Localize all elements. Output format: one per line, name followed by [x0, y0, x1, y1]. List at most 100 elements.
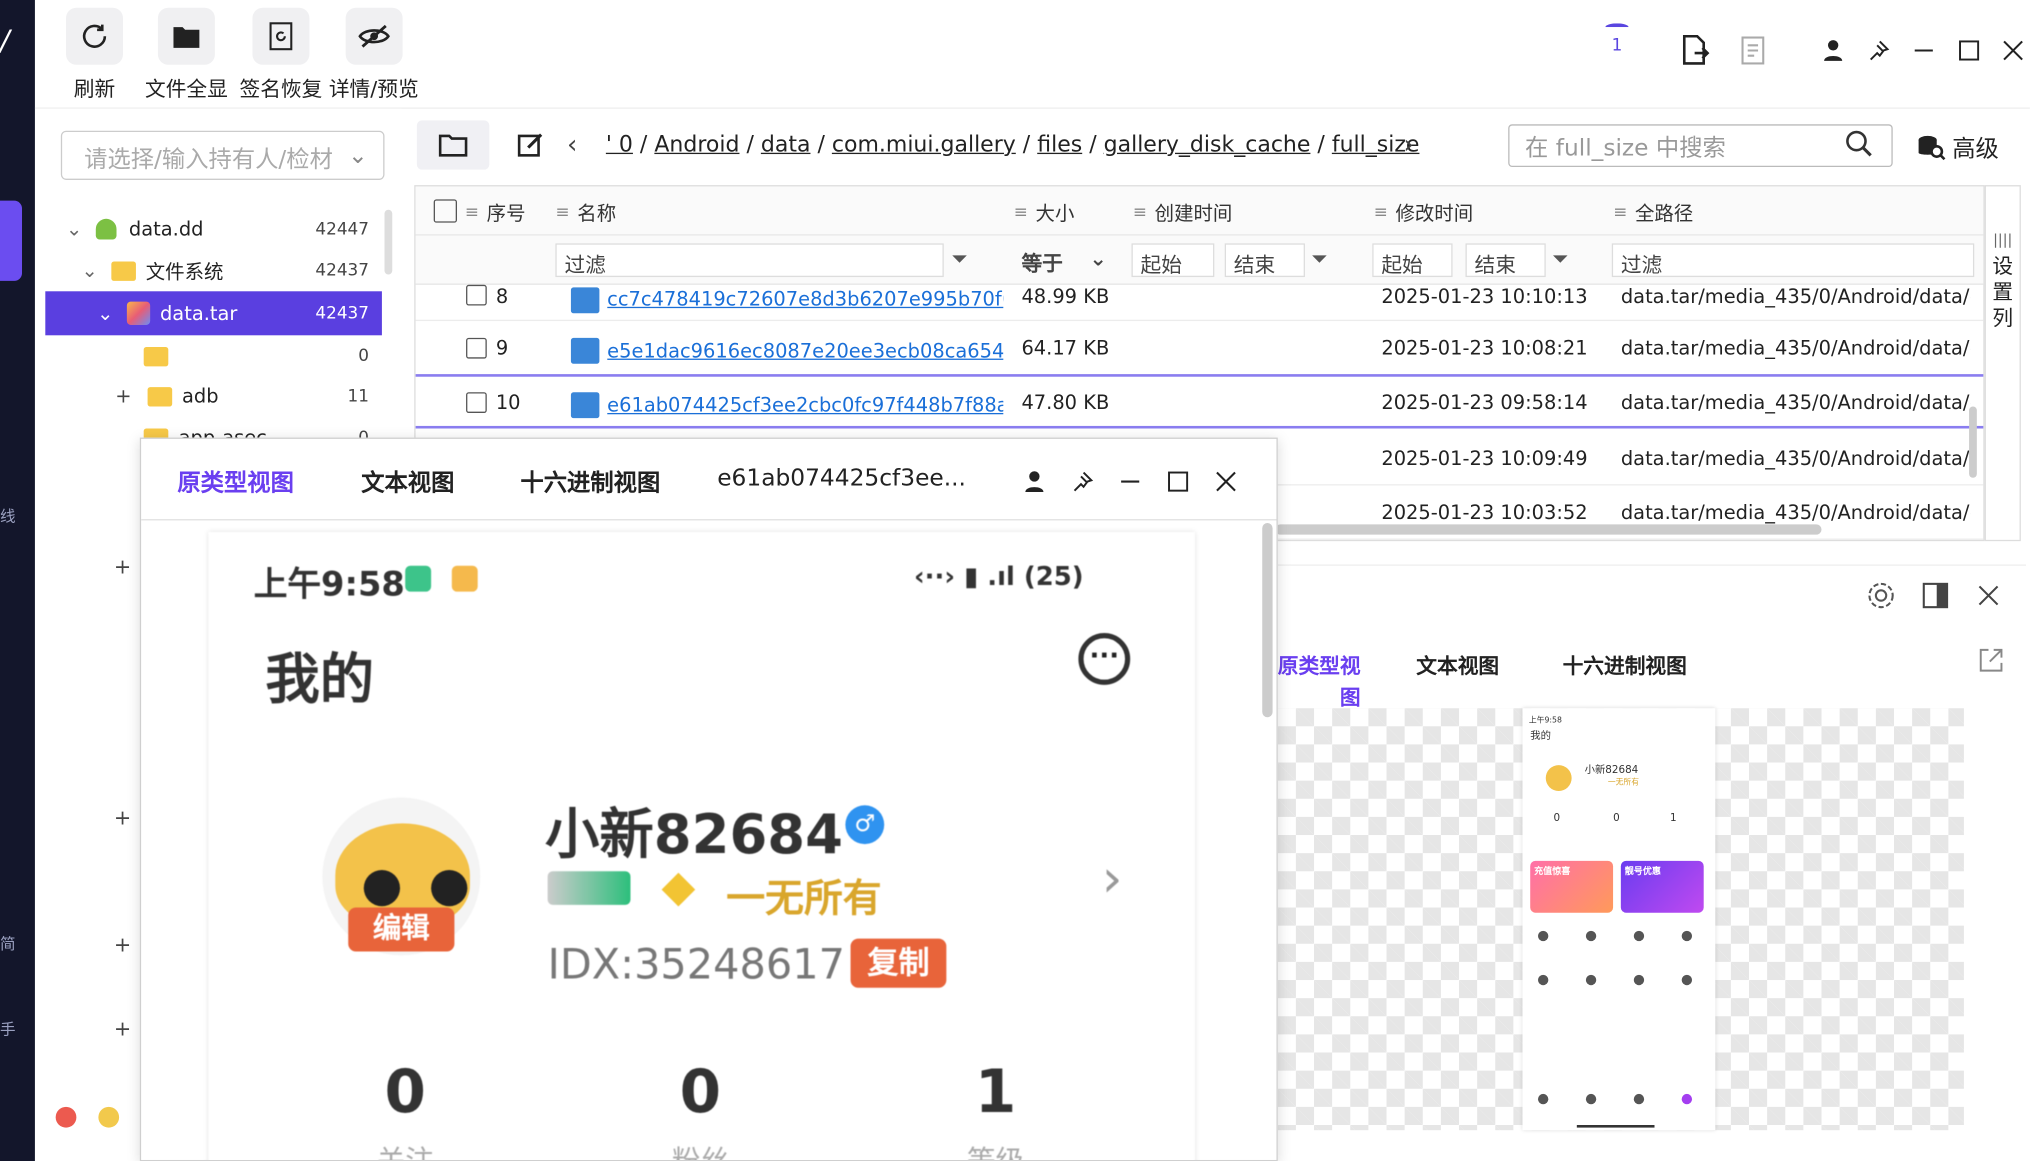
column-settings-button[interactable]: |||| 设置列 [1984, 185, 2021, 542]
name-filter-input[interactable]: 过滤 [555, 243, 944, 278]
maximize-icon[interactable] [1159, 462, 1198, 501]
details-preview-button[interactable]: 详情/预览 [329, 7, 419, 103]
tree-item-data-dd[interactable]: ⌄ data.dd 42447 [45, 208, 382, 249]
refresh-button[interactable]: 刷新 [66, 7, 123, 103]
drag-handle-icon[interactable]: ≡ [465, 203, 479, 222]
user-idx: IDX:35248617 [547, 939, 845, 990]
row-checkbox[interactable] [466, 284, 487, 306]
close-icon[interactable] [1991, 28, 2030, 72]
drag-handle-icon[interactable]: ≡ [555, 203, 569, 222]
created-end-input[interactable]: 结束 [1224, 243, 1305, 278]
stat-value: 0 [679, 1056, 722, 1127]
tab-hex-view[interactable]: 十六进制视图 [1563, 649, 1687, 680]
user-icon[interactable] [1015, 462, 1054, 501]
tree-item-filesystem[interactable]: ⌄ 文件系统 42437 [45, 250, 382, 291]
modified-end-input[interactable]: 结束 [1465, 243, 1546, 278]
gear-icon[interactable] [1867, 581, 1895, 615]
show-all-files-button[interactable]: 文件全显 [144, 7, 228, 103]
table-horizontal-scrollbar[interactable] [1275, 524, 1822, 535]
modified-start-input[interactable]: 起始 [1372, 243, 1453, 278]
pin-icon[interactable] [1856, 28, 1900, 72]
expand-plus-icon[interactable]: + [114, 805, 131, 830]
open-external-icon[interactable] [1977, 646, 2005, 680]
path-filter-input[interactable]: 过滤 [1611, 243, 1975, 278]
chevron-down-icon[interactable]: ⌄ [82, 259, 98, 282]
file-name-link[interactable]: e61ab074425cf3ee2cbc0fc97f448b7f88a35 [607, 394, 1003, 417]
advanced-search-button[interactable]: 高级 [1916, 131, 1999, 165]
pin-icon[interactable] [1063, 462, 1102, 501]
maximize-icon[interactable] [1947, 28, 1991, 72]
close-preview-icon[interactable] [1977, 584, 2000, 612]
expand-plus-icon[interactable]: + [114, 1016, 131, 1041]
minimize-icon[interactable] [1111, 462, 1150, 501]
minimize-icon[interactable] [1902, 28, 1946, 72]
browse-folder-button[interactable] [416, 120, 490, 170]
breadcrumb-item[interactable]: ' 0 [606, 132, 633, 158]
tab-hex-view[interactable]: 十六进制视图 [520, 465, 660, 499]
rail-active-item[interactable] [0, 200, 23, 281]
column-full-path[interactable]: ≡ 全路径 [1613, 199, 1693, 226]
breadcrumb-item[interactable]: com.miui.gallery [832, 132, 1016, 158]
table-row[interactable]: 9 e5e1dac9616ec8087e20ee3ecb08ca65479 64… [415, 321, 1984, 376]
size-operator-select[interactable]: 等于 ⌄ [1013, 243, 1115, 278]
signature-restore-button[interactable]: 签名恢复 [240, 7, 322, 103]
tree-item-adb[interactable]: + adb 11 [45, 375, 382, 416]
filter-icon[interactable]: ⏷ [952, 246, 969, 272]
split-view-icon[interactable] [1921, 581, 1949, 615]
column-index[interactable]: ≡ 序号 [465, 199, 526, 226]
task-loading-indicator[interactable]: 1 [1604, 23, 1630, 62]
export-icon[interactable] [1673, 28, 1717, 72]
tab-original-view[interactable]: 原类型视图 [177, 465, 294, 499]
edit-path-button[interactable] [494, 120, 568, 170]
table-row[interactable]: 8 cc7c478419c72607e8d3b6207e995b70f68e 4… [415, 284, 1984, 322]
tree-item-unnamed[interactable]: 0 [45, 335, 382, 376]
chevron-down-icon[interactable]: ⌄ [97, 302, 113, 325]
show-all-label: 文件全显 [144, 76, 228, 101]
row-checkbox[interactable] [466, 337, 487, 359]
breadcrumb-item[interactable]: Android [654, 132, 739, 158]
tree-scrollbar[interactable] [384, 209, 393, 275]
search-icon[interactable] [1845, 129, 1873, 164]
column-modified[interactable]: ≡ 修改时间 [1374, 199, 1474, 226]
status-dot-red [55, 1106, 77, 1128]
user-icon[interactable] [1811, 28, 1855, 72]
tree-item-data-tar[interactable]: ⌄ data.tar 42437 [45, 291, 382, 336]
thumb-stat: 1 [1670, 811, 1677, 824]
close-icon[interactable] [1207, 462, 1246, 501]
modified-time: 2025-01-23 10:08:21 [1381, 336, 1588, 360]
tab-text-view[interactable]: 文本视图 [361, 465, 454, 499]
table-vertical-scrollbar[interactable] [1969, 406, 1977, 478]
expand-plus-icon[interactable]: + [114, 554, 131, 579]
created-start-input[interactable]: 起始 [1131, 243, 1215, 278]
drag-handle-icon[interactable]: ≡ [1014, 203, 1028, 222]
filter-icon[interactable]: ⏷ [1311, 246, 1328, 272]
preview-scrollbar[interactable] [1262, 523, 1273, 718]
search-input[interactable]: 在 full_size 中搜索 [1508, 124, 1893, 168]
drag-handle-icon[interactable]: ≡ [1133, 203, 1147, 222]
row-checkbox[interactable] [466, 392, 487, 413]
expand-plus-icon[interactable]: + [115, 384, 131, 407]
thumb-title: 我的 [1530, 730, 1551, 742]
stat-value: 1 [974, 1056, 1017, 1127]
select-all-checkbox[interactable] [433, 199, 457, 223]
filter-icon[interactable]: ⏷ [1552, 246, 1569, 272]
drag-handle-icon[interactable]: ≡ [1613, 203, 1627, 222]
expand-plus-icon[interactable]: + [114, 932, 131, 957]
file-name-link[interactable]: e5e1dac9616ec8087e20ee3ecb08ca65479 [607, 339, 1003, 362]
column-size[interactable]: ≡ 大小 [1014, 199, 1075, 226]
drag-handle-icon[interactable]: ≡ [1374, 203, 1388, 222]
tab-original-view[interactable]: 原类型视图 [1270, 649, 1361, 711]
chevron-left-icon[interactable]: ‹ [567, 128, 577, 159]
breadcrumb-item[interactable]: files [1037, 132, 1082, 158]
owner-select[interactable]: 请选择/输入持有人/检材 ⌄ [60, 130, 385, 180]
column-created[interactable]: ≡ 创建时间 [1133, 199, 1233, 226]
column-name[interactable]: ≡ 名称 [555, 199, 616, 226]
file-name-link[interactable]: cc7c478419c72607e8d3b6207e995b70f68e [607, 287, 1003, 310]
table-row-selected[interactable]: 10 e61ab074425cf3ee2cbc0fc97f448b7f88a35… [415, 374, 1984, 429]
breadcrumb-item[interactable]: gallery_disk_cache [1104, 132, 1311, 158]
tab-text-view[interactable]: 文本视图 [1416, 649, 1499, 680]
breadcrumb-item[interactable]: data [761, 132, 811, 158]
chevron-down-icon[interactable]: ⌄ [66, 217, 82, 240]
chevron-right-icon[interactable]: › [1403, 128, 1413, 159]
report-icon[interactable] [1731, 28, 1775, 72]
